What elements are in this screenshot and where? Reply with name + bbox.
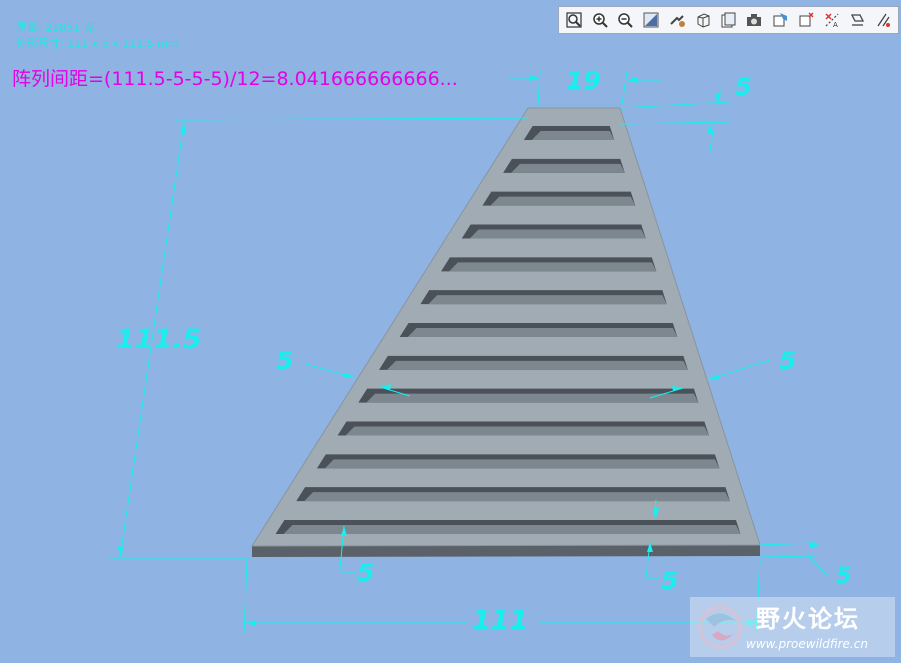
pan-button[interactable] [666, 9, 688, 31]
slot-floor [449, 262, 657, 272]
dim-height: 111.5 [116, 324, 202, 355]
zoom-window-icon [643, 12, 659, 28]
mass-readout: 质量: 21851 克 [16, 21, 95, 34]
svg-text:A: A [833, 21, 838, 29]
zoom-fit-icon [566, 12, 582, 28]
saved-views-button[interactable] [718, 9, 740, 31]
slot-floor [407, 328, 678, 337]
camera-button[interactable] [743, 9, 765, 31]
datum-axes-icon: A [825, 13, 838, 29]
zoom-window-button[interactable] [640, 9, 662, 31]
datum-display-icon [799, 12, 814, 27]
annotation-button[interactable] [846, 9, 868, 31]
dim-bottom-width: 111 [472, 605, 529, 636]
dim-bottom-right: 5 [836, 564, 852, 589]
forum-watermark: 野火论坛 www.proewildfire.cn [690, 597, 895, 657]
zoom-out-button[interactable] [615, 9, 637, 31]
spin-center-icon [877, 13, 891, 27]
zoom-in-button[interactable] [589, 9, 611, 31]
view-orientation-icon [697, 13, 710, 28]
view-toolbar: A [558, 6, 899, 34]
annotation-icon [851, 14, 865, 26]
array-spacing-formula: 阵列间距=(111.5-5-5-5)/12=8.041666666666... [12, 68, 458, 90]
slot-floor [366, 393, 699, 403]
slot-floor [531, 131, 615, 140]
dim-left-border: 5 [276, 346, 294, 375]
slot-floor [324, 459, 720, 469]
dim-bottom-left: 5 [357, 558, 375, 587]
forum-url: www.proewildfire.cn [746, 637, 868, 651]
dim-bottom-mid: 5 [661, 566, 679, 595]
slot-floor [428, 295, 667, 305]
pan-icon [670, 15, 685, 27]
plate-edge [252, 545, 760, 557]
datum-display-button[interactable] [795, 9, 817, 31]
zoom-in-icon [592, 13, 608, 28]
forum-title: 野火论坛 [756, 605, 860, 633]
slot-floor [283, 525, 741, 534]
datum-axes-button[interactable]: A [821, 9, 843, 31]
forum-logo-icon [698, 605, 742, 649]
slot-floor [387, 360, 688, 370]
slot-floor [469, 229, 646, 239]
zoom-out-icon [618, 13, 634, 28]
display-style-button[interactable] [769, 9, 791, 31]
view-orientation-button[interactable] [692, 9, 714, 31]
zoom-fit-button[interactable] [563, 9, 585, 31]
dim-top-border: 5 [735, 73, 752, 101]
dim-top-width: 19 [566, 66, 601, 95]
size-readout: 外形尺寸: 111 x 5 x 111.5 mm [16, 37, 179, 50]
display-style-icon [773, 13, 787, 27]
slot-floor [345, 426, 709, 436]
saved-views-icon [721, 12, 736, 28]
dim-right-border: 5 [779, 346, 797, 375]
spin-center-button[interactable] [872, 9, 894, 31]
slot-floor [511, 163, 625, 173]
slot-floor [490, 196, 636, 206]
camera-icon [747, 14, 762, 26]
slot-floor [304, 492, 730, 502]
